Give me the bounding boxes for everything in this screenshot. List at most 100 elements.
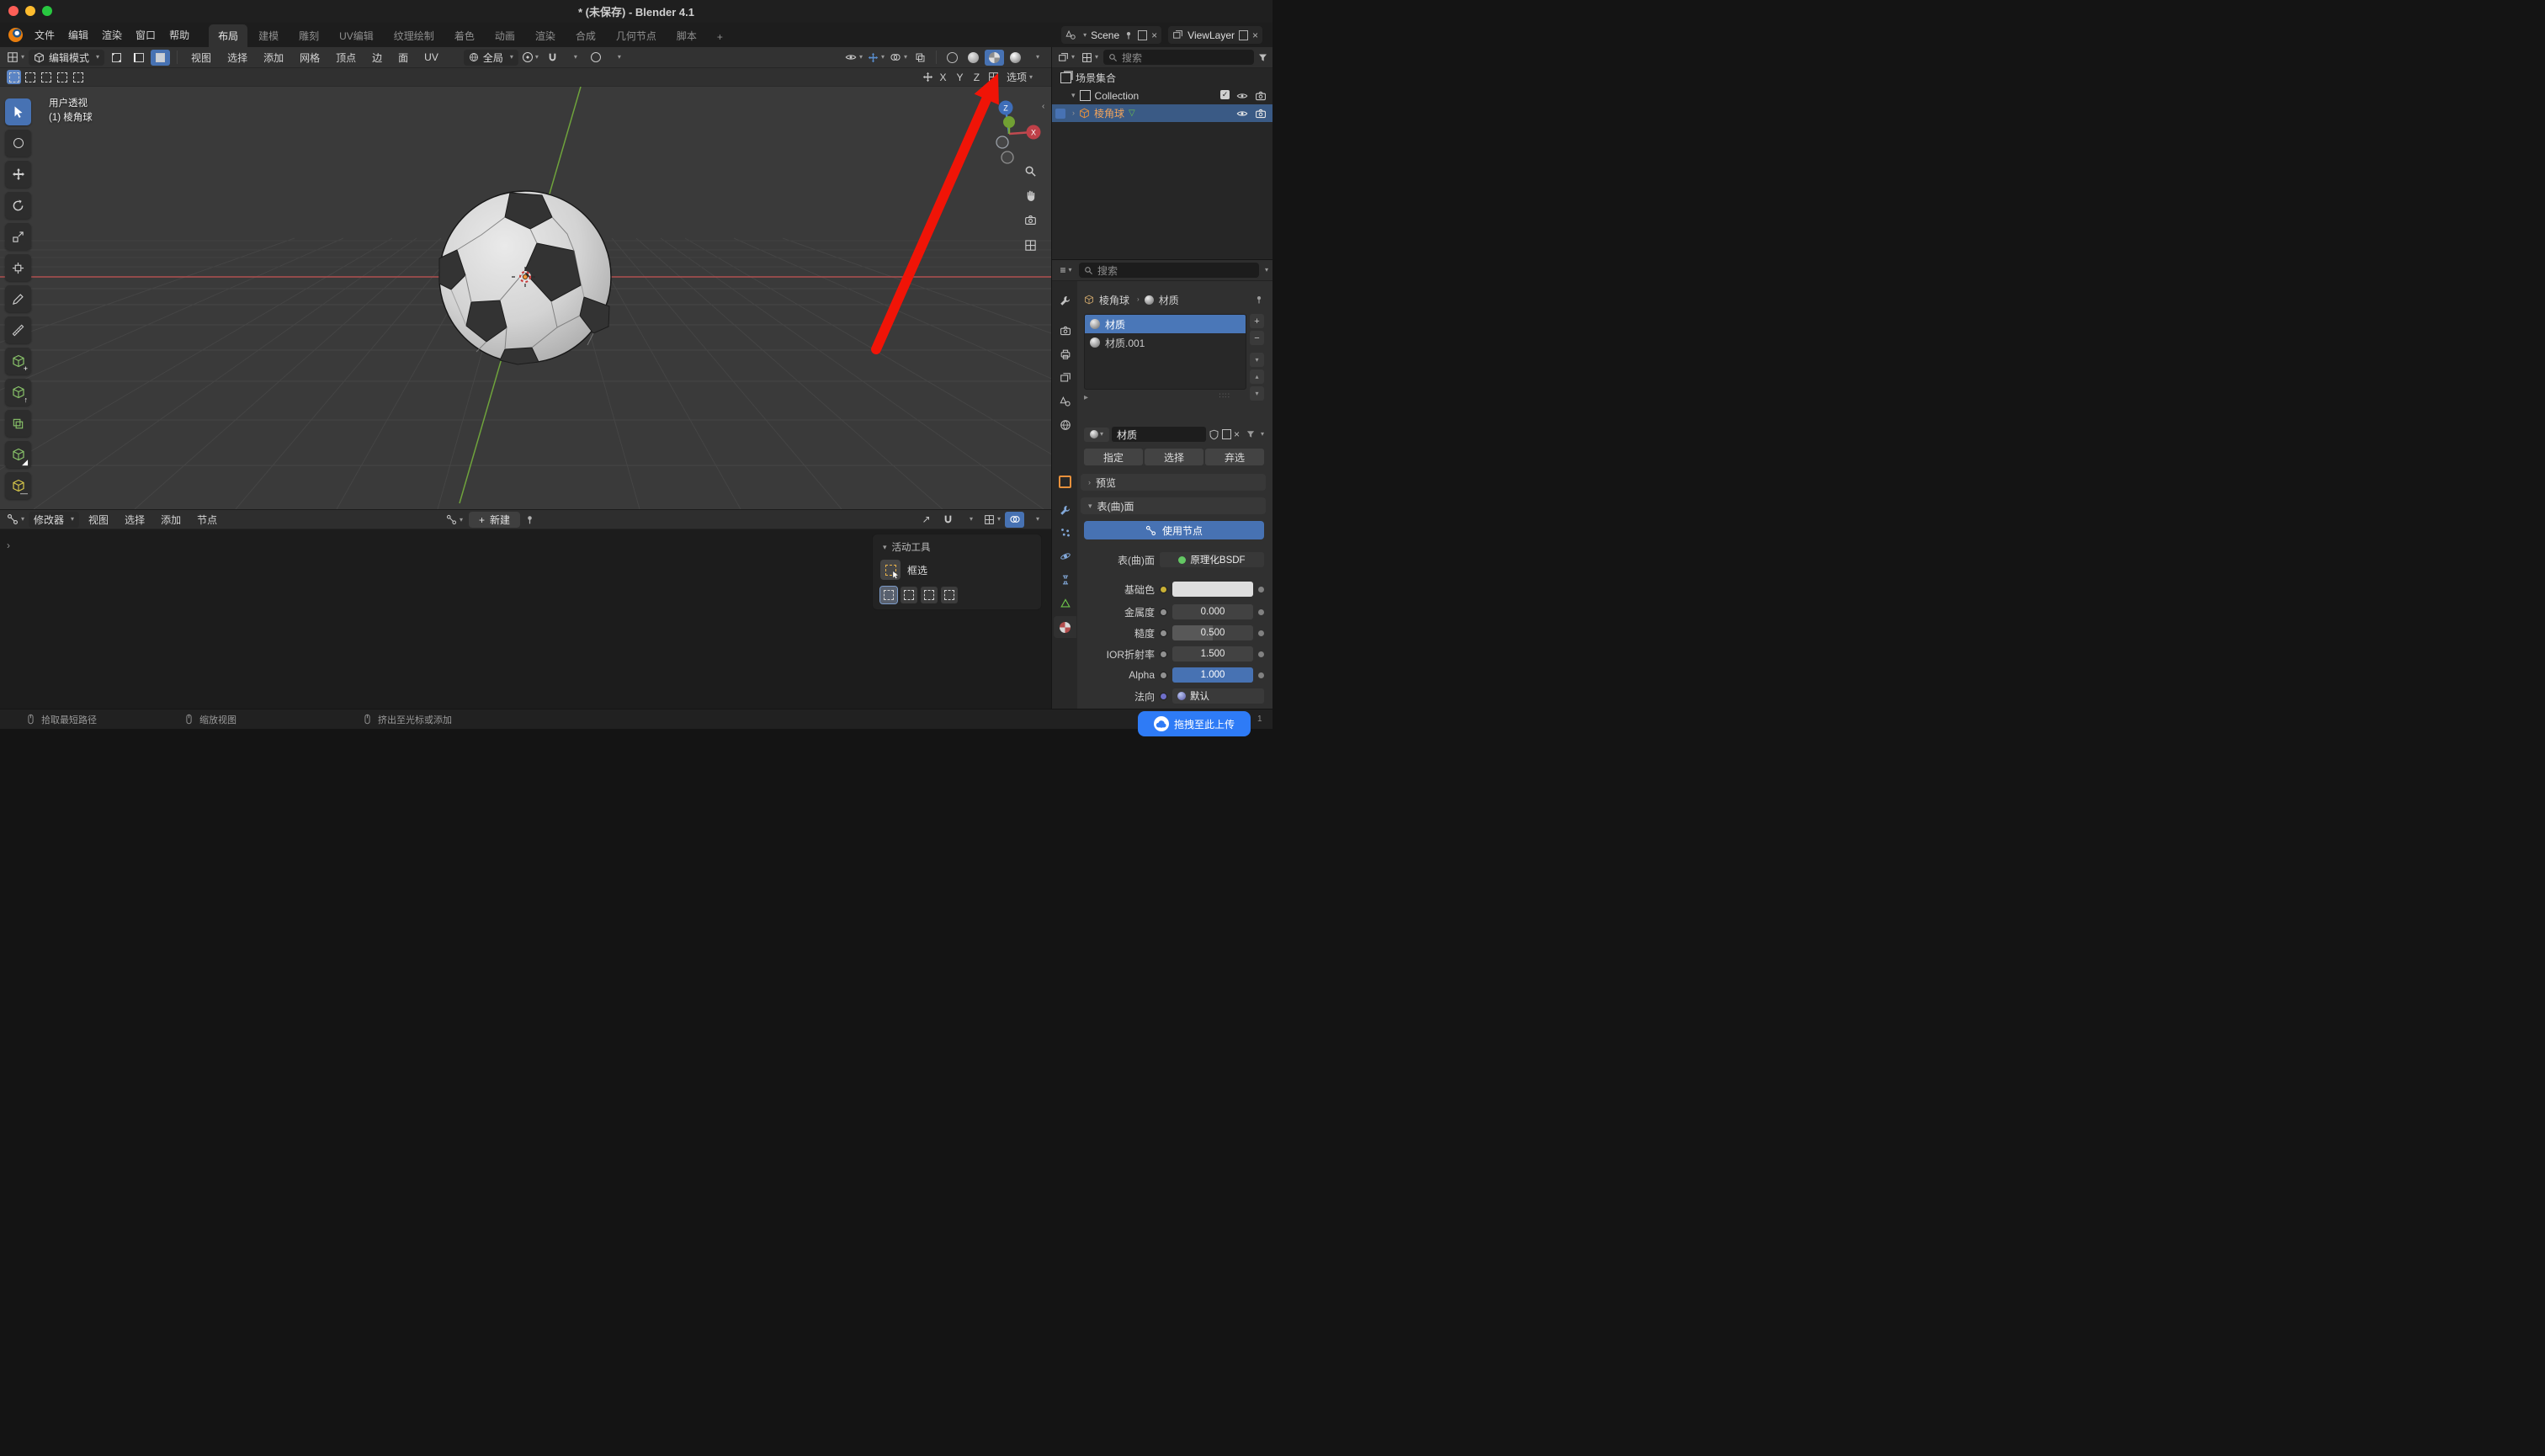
pin-icon[interactable] — [1254, 295, 1264, 305]
camera-render-icon[interactable] — [1255, 108, 1267, 120]
menu-help[interactable]: 帮助 — [162, 25, 196, 45]
maximize-window-button[interactable] — [42, 6, 52, 16]
tool-extrude-region[interactable]: ↑ — [5, 379, 31, 406]
collection-checkbox[interactable]: ✓ — [1220, 90, 1230, 99]
tab-tool[interactable] — [1054, 290, 1076, 311]
sidebar-expand-arrow[interactable]: › — [7, 539, 10, 551]
material-slot-selected[interactable]: 材质 — [1085, 315, 1246, 333]
editor-type-properties-button[interactable]: ≡▾ — [1056, 263, 1076, 279]
node-menu-view[interactable]: 视图 — [82, 510, 115, 529]
transform-orientation-dropdown[interactable]: 全局▾ — [464, 50, 518, 66]
slot-specials-dropdown[interactable]: ▾ — [1250, 353, 1264, 367]
select-mode-new-button[interactable] — [7, 70, 21, 84]
add-slot-button[interactable]: + — [1250, 314, 1264, 328]
tool-move[interactable] — [5, 161, 31, 188]
properties-search-field[interactable]: 搜索 — [1079, 263, 1259, 278]
breadcrumb-material[interactable]: 材质 — [1159, 293, 1179, 307]
tab-object-data[interactable] — [1054, 592, 1076, 614]
outliner-search-field[interactable]: 搜索 — [1103, 50, 1254, 65]
viewport-menu-add[interactable]: 添加 — [257, 48, 290, 67]
workspace-tab-shading[interactable]: 着色 — [445, 24, 484, 47]
vertex-select-button[interactable] — [107, 50, 126, 66]
tool-transform[interactable] — [5, 254, 31, 281]
menu-render[interactable]: 渲染 — [95, 25, 129, 45]
decorator-dot[interactable] — [1258, 630, 1264, 636]
workspace-tab-sculpting[interactable]: 雕刻 — [290, 24, 328, 47]
tab-modifiers[interactable] — [1054, 499, 1076, 521]
tool-bevel[interactable]: ◢ — [5, 441, 31, 468]
scene-name[interactable]: Scene — [1091, 29, 1119, 41]
metallic-slider[interactable]: 0.000 — [1172, 604, 1253, 619]
viewport-menu-vertex[interactable]: 顶点 — [329, 48, 363, 67]
pin-icon[interactable] — [1124, 30, 1134, 40]
outliner-display-mode-dropdown[interactable]: ▾ — [1080, 50, 1100, 66]
decorator-dot[interactable] — [1258, 587, 1264, 592]
shading-settings-dropdown[interactable]: ▾ — [1027, 50, 1046, 66]
roughness-slider[interactable]: 0.500 — [1172, 625, 1253, 640]
camera-render-icon[interactable] — [1255, 90, 1267, 102]
mirror-y-toggle[interactable]: Y — [953, 71, 967, 84]
workspace-tab-compositing[interactable]: 合成 — [566, 24, 605, 47]
ior-slider[interactable]: 1.500 — [1172, 646, 1253, 662]
material-slot[interactable]: 材质.001 — [1085, 333, 1246, 352]
copy-icon[interactable] — [1138, 30, 1147, 40]
use-nodes-button[interactable]: 使用节点 — [1084, 521, 1264, 539]
workspace-tab-geometry-nodes[interactable]: 几何节点 — [607, 24, 666, 47]
close-icon[interactable]: × — [1252, 29, 1258, 41]
editor-type-outliner-button[interactable]: ▾ — [1056, 50, 1076, 66]
mirror-x-toggle[interactable]: X — [936, 71, 950, 84]
properties-options-dropdown[interactable]: ▾ — [1265, 267, 1268, 274]
soccer-ball-object[interactable] — [433, 184, 618, 369]
tool-add-cube[interactable]: + — [5, 348, 31, 375]
select-mode-invert-button[interactable] — [55, 70, 69, 84]
gizmo-neg-y-axis[interactable] — [996, 136, 1008, 148]
list-filter-expand-arrow[interactable]: ▸ — [1084, 393, 1088, 402]
viewport-menu-view[interactable]: 视图 — [184, 48, 218, 67]
viewport-menu-select[interactable]: 选择 — [220, 48, 254, 67]
camera-view-button[interactable] — [1019, 209, 1041, 231]
node-overlays-toggle[interactable] — [1005, 512, 1024, 528]
upload-drop-button[interactable]: 拖拽至此上传 — [1138, 711, 1251, 736]
scene-browse-chevron[interactable]: ▾ — [1083, 32, 1087, 39]
snap-toggle-button[interactable] — [543, 50, 562, 66]
outliner-row-collection[interactable]: ▾ Collection ✓ — [1052, 87, 1272, 104]
mode-dropdown[interactable]: 编辑模式▾ — [29, 50, 104, 66]
close-window-button[interactable] — [8, 6, 19, 16]
shading-wireframe-button[interactable] — [943, 50, 962, 66]
node-tree-type-dropdown[interactable]: 修改器▾ — [29, 512, 79, 528]
select-mode-new-button[interactable] — [880, 587, 897, 603]
tab-object[interactable] — [1054, 470, 1076, 492]
node-menu-node[interactable]: 节点 — [190, 510, 224, 529]
unlink-material-icon[interactable]: × — [1234, 428, 1240, 440]
tab-output[interactable] — [1054, 343, 1076, 365]
copy-icon[interactable] — [1239, 30, 1248, 40]
edge-select-button[interactable] — [129, 50, 148, 66]
workspace-tab-layout[interactable]: 布局 — [209, 24, 247, 47]
move-slot-down-button[interactable]: ▾ — [1250, 386, 1264, 401]
outliner-row-scene-collection[interactable]: 场景集合 — [1052, 69, 1272, 87]
decorator-dot[interactable] — [1258, 672, 1264, 678]
shading-solid-button[interactable] — [964, 50, 983, 66]
viewport-menu-edge[interactable]: 边 — [365, 48, 389, 67]
snap-toggle-button[interactable] — [938, 512, 958, 528]
tab-material[interactable] — [1054, 616, 1076, 638]
tab-view-layer[interactable] — [1054, 367, 1076, 389]
filter-dropdown[interactable]: ▾ — [1261, 431, 1264, 438]
show-object-types-dropdown[interactable]: ▾ — [843, 50, 864, 66]
mirror-z-toggle[interactable]: Z — [970, 71, 984, 84]
viewport-menu-uv[interactable]: UV — [417, 49, 445, 66]
tab-render[interactable] — [1054, 320, 1076, 342]
xray-toggle[interactable] — [911, 50, 930, 66]
workspace-tab-add[interactable]: + — [708, 27, 732, 47]
outliner-row-object-selected[interactable]: › 棱角球 ▽ — [1052, 104, 1272, 122]
ortho-perspective-button[interactable] — [1019, 234, 1041, 256]
select-mode-subtract-button[interactable] — [39, 70, 53, 84]
viewport-menu-face[interactable]: 面 — [391, 48, 415, 67]
menu-file[interactable]: 文件 — [28, 25, 61, 45]
workspace-tab-animation[interactable]: 动画 — [486, 24, 524, 47]
base-color-swatch[interactable] — [1172, 582, 1253, 597]
menu-edit[interactable]: 编辑 — [61, 25, 95, 45]
viewlayer-icon[interactable] — [1172, 29, 1183, 40]
viewport-3d[interactable]: X Y Z 选项▾ 用户透视 (1) 棱角球 + ↑ ◢ — — [0, 68, 1051, 509]
tool-annotate[interactable] — [5, 285, 31, 312]
